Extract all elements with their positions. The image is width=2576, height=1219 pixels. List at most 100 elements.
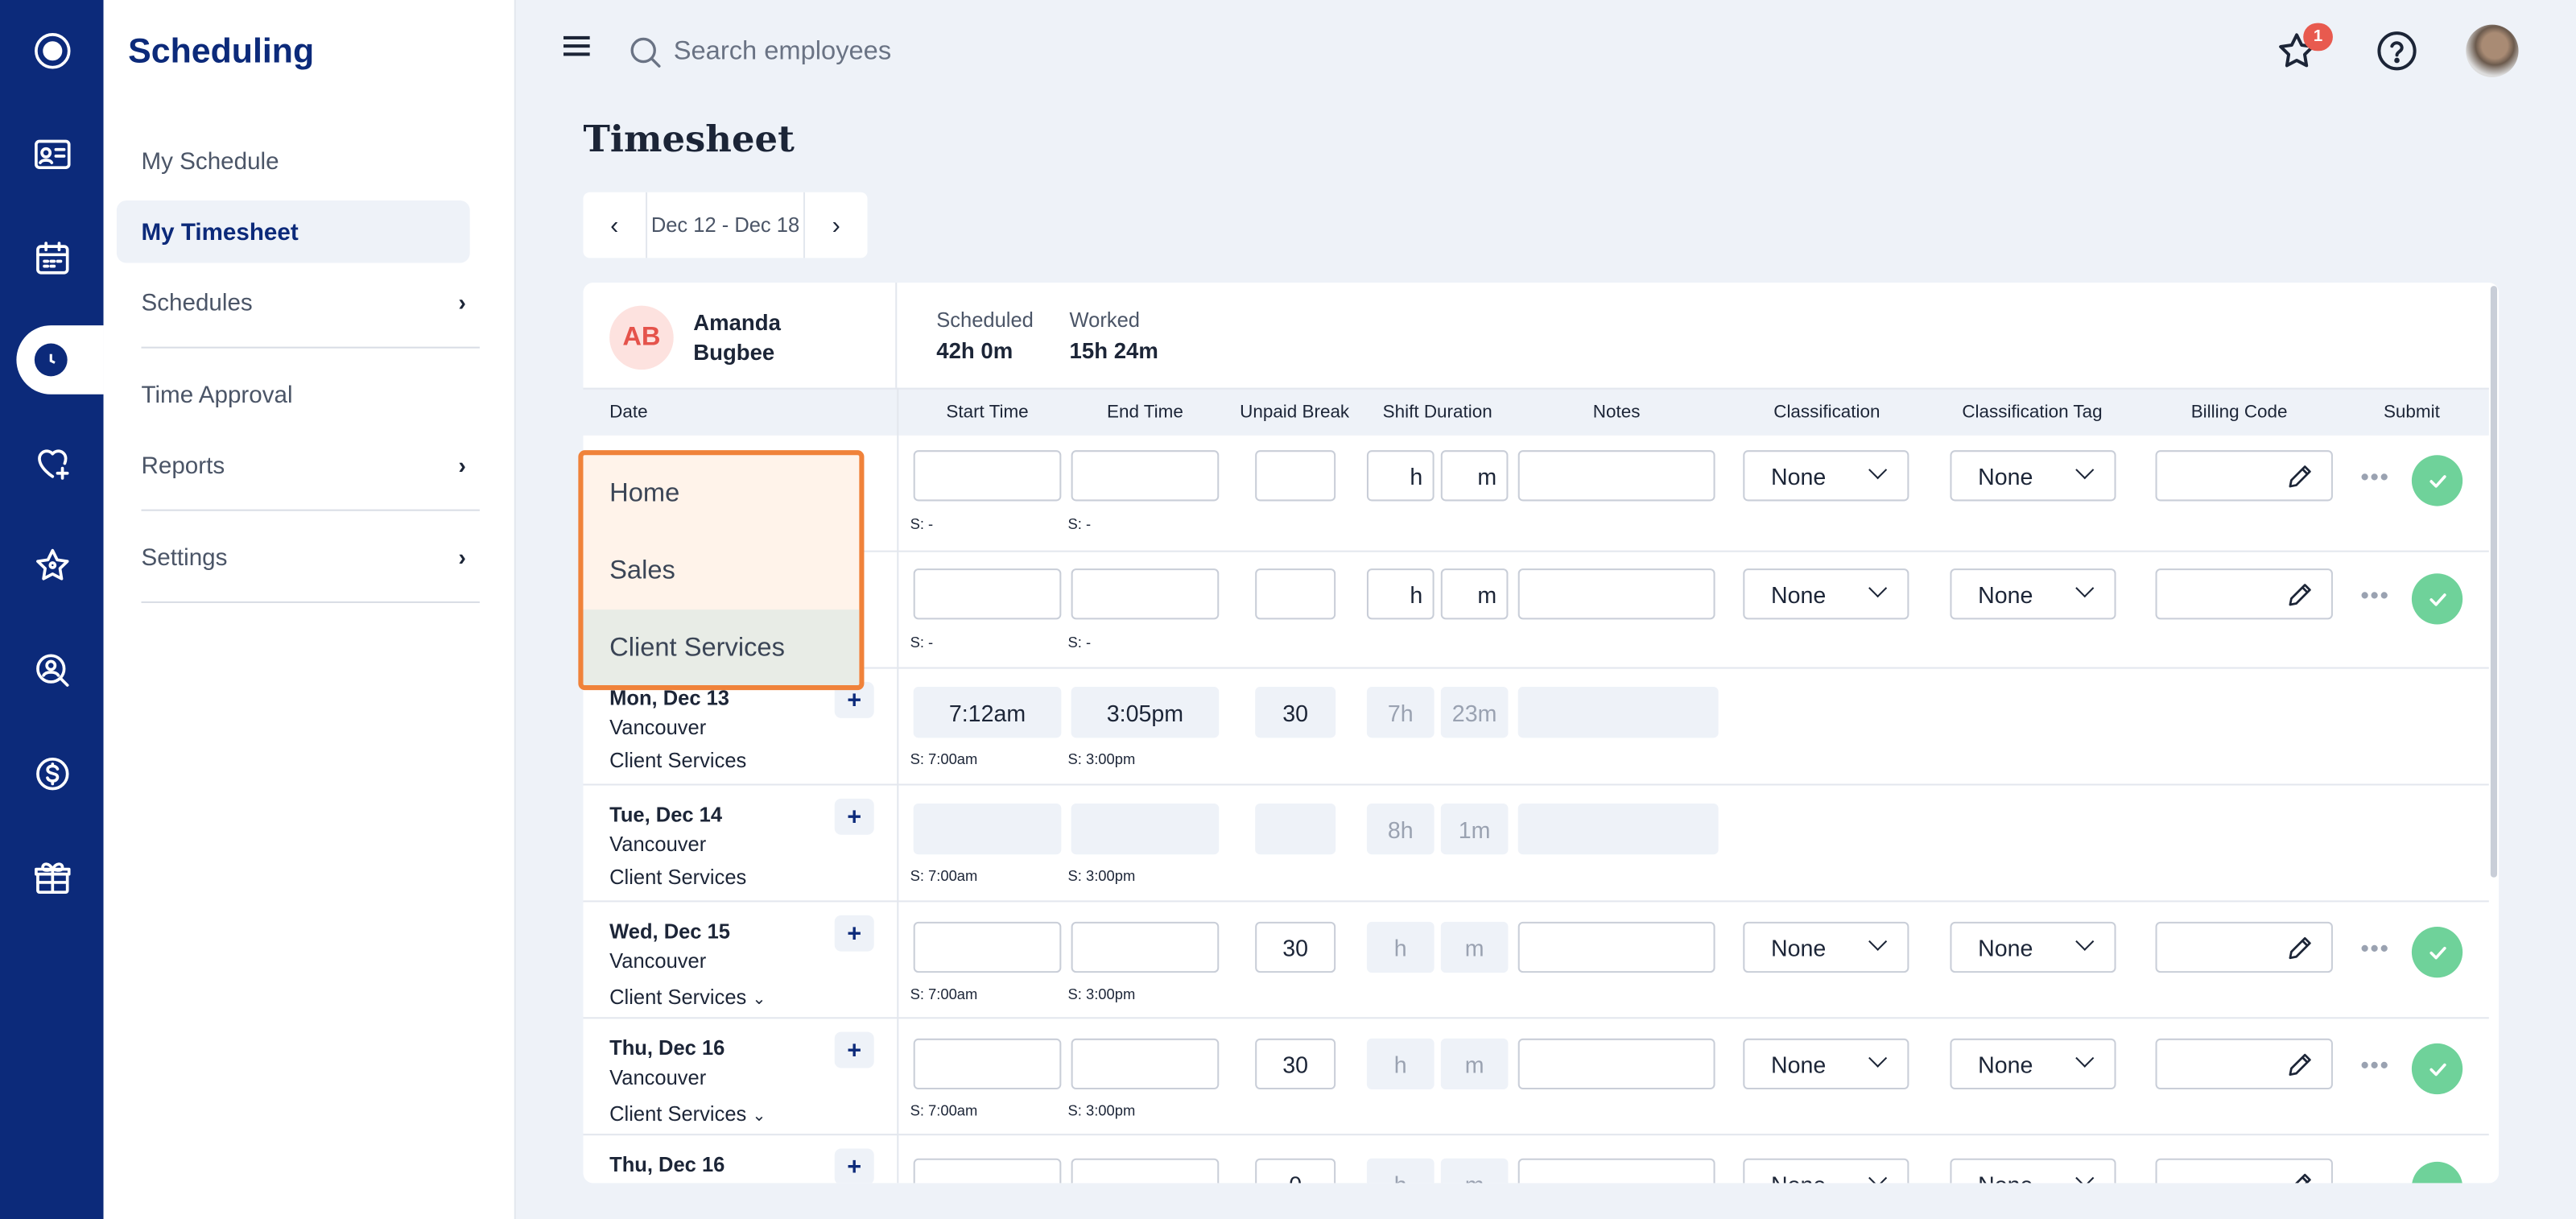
submit-check-button[interactable] <box>2411 573 2463 625</box>
classification-select[interactable]: None <box>1743 1158 1909 1184</box>
duration-minutes-input[interactable]: m <box>1440 450 1509 502</box>
unpaid-break-input[interactable] <box>1255 568 1336 620</box>
notes-input[interactable] <box>1517 1158 1715 1184</box>
menu-icon[interactable] <box>563 35 590 58</box>
billing-code-input[interactable] <box>2155 1158 2333 1184</box>
sidebar: Scheduling My Schedule My Timesheet Sche… <box>103 0 516 1219</box>
more-options-icon[interactable]: ••• <box>2361 464 2390 490</box>
table-header: Date Start Time End Time Unpaid Break Sh… <box>583 387 2489 436</box>
add-shift-button[interactable]: + <box>834 915 874 952</box>
user-avatar[interactable] <box>2466 24 2519 77</box>
add-shift-button[interactable]: + <box>834 1031 874 1068</box>
classification-value: None <box>1770 934 1827 961</box>
billing-code-input[interactable] <box>2155 921 2333 973</box>
dollar-icon[interactable] <box>0 741 104 807</box>
heart-plus-icon[interactable] <box>0 431 104 497</box>
pencil-icon[interactable] <box>2285 1170 2315 1184</box>
row-location: Vancouver <box>609 716 707 740</box>
classification-tag-select[interactable]: None <box>1950 1158 2116 1184</box>
notes-input[interactable] <box>1517 1038 1715 1090</box>
row-classification-toggle[interactable]: Client Services ⌄ <box>609 986 766 1009</box>
scrollbar[interactable] <box>2490 286 2498 878</box>
submit-check-button[interactable] <box>2411 1161 2463 1184</box>
notes-input[interactable] <box>1517 921 1715 973</box>
timesheet-card: AB Amanda Bugbee Scheduled 42h 0m Worked… <box>583 283 2500 1184</box>
sidebar-divider <box>141 346 480 349</box>
submit-check-button[interactable] <box>2411 455 2463 506</box>
unpaid-break-input[interactable]: 0 <box>1255 1158 1336 1184</box>
add-shift-button[interactable]: + <box>834 798 874 835</box>
classification-tag-select[interactable]: None <box>1950 450 2116 502</box>
duration-hours-input[interactable]: h <box>1366 568 1435 620</box>
classification-select[interactable]: None <box>1743 568 1909 620</box>
chevron-down-icon: ⌄ <box>752 1107 766 1126</box>
billing-code-input[interactable] <box>2155 1038 2333 1090</box>
classification-select[interactable]: None <box>1743 1038 1909 1090</box>
start-time-input[interactable] <box>913 921 1062 973</box>
unpaid-break-input[interactable] <box>1255 450 1336 502</box>
id-card-icon[interactable] <box>0 122 104 188</box>
notes-input[interactable] <box>1517 568 1715 620</box>
logo-icon[interactable] <box>0 18 104 84</box>
clock-icon[interactable] <box>34 343 68 377</box>
row-classification-toggle[interactable]: Client Services ⌄ <box>609 1102 766 1126</box>
billing-code-input[interactable] <box>2155 450 2333 502</box>
start-time-input[interactable] <box>913 1158 1062 1184</box>
sidebar-item-time-approval[interactable]: Time Approval <box>142 383 293 410</box>
dropdown-option-home[interactable]: Home <box>583 455 859 532</box>
classification-tag-select[interactable]: None <box>1950 921 2116 973</box>
col-end-time: End Time <box>1107 402 1183 423</box>
duration-hours-input[interactable]: h <box>1366 450 1435 502</box>
chevron-right-icon: › <box>458 452 466 478</box>
row-location: Vancouver <box>609 1066 707 1090</box>
start-time-input[interactable] <box>913 568 1062 620</box>
unpaid-break-input[interactable]: 30 <box>1255 1038 1336 1090</box>
help-icon[interactable] <box>2376 30 2418 72</box>
classification-tag-select[interactable]: None <box>1950 1038 2116 1090</box>
end-time-input[interactable] <box>1071 450 1220 502</box>
dropdown-option-sales[interactable]: Sales <box>583 532 859 610</box>
end-time-input[interactable] <box>1071 1038 1220 1090</box>
more-options-icon[interactable]: ••• <box>2361 1052 2390 1078</box>
pencil-icon[interactable] <box>2285 580 2315 610</box>
classification-select[interactable]: None <box>1743 921 1909 973</box>
sidebar-item-my-timesheet[interactable]: My Timesheet <box>142 220 299 246</box>
notes-input[interactable] <box>1517 450 1715 502</box>
dropdown-option-client-services[interactable]: Client Services <box>583 610 860 686</box>
calendar-icon[interactable] <box>0 225 104 291</box>
pencil-icon[interactable] <box>2285 1050 2315 1080</box>
pencil-icon[interactable] <box>2285 461 2315 491</box>
sidebar-item-schedules[interactable]: Schedules <box>142 291 253 317</box>
duration-minutes-input[interactable]: m <box>1440 568 1509 620</box>
classification-tag-select[interactable]: None <box>1950 568 2116 620</box>
col-classification: Classification <box>1773 402 1880 423</box>
end-time-input[interactable] <box>1071 1158 1220 1184</box>
add-shift-button[interactable]: + <box>834 1148 874 1184</box>
classification-tag-value: None <box>1978 934 2033 961</box>
sidebar-item-settings[interactable]: Settings <box>142 546 228 572</box>
end-time-input[interactable] <box>1071 568 1220 620</box>
unpaid-break-input[interactable]: 30 <box>1255 921 1336 973</box>
pencil-icon[interactable] <box>2285 933 2315 963</box>
submit-check-button[interactable] <box>2411 1043 2463 1095</box>
app-root: Scheduling My Schedule My Timesheet Sche… <box>0 0 2576 1219</box>
classification-select[interactable]: None <box>1743 450 1909 502</box>
next-week-button[interactable]: › <box>805 192 868 258</box>
star-icon[interactable] <box>0 532 104 598</box>
notes-value <box>1517 803 1719 855</box>
start-time-input[interactable] <box>913 450 1062 502</box>
search-person-icon[interactable] <box>0 638 104 704</box>
table-row: Wed, Dec 15 Vancouver Client Services ⌄ … <box>583 902 2489 1019</box>
billing-code-input[interactable] <box>2155 568 2333 620</box>
start-time-input[interactable] <box>913 1038 1062 1090</box>
search-input[interactable] <box>673 29 1166 76</box>
sidebar-item-reports[interactable]: Reports <box>142 453 225 480</box>
prev-week-button[interactable]: ‹ <box>583 192 646 258</box>
end-time-input[interactable] <box>1071 921 1220 973</box>
scheduled-end: S: - <box>1067 515 1092 533</box>
sidebar-item-my-schedule[interactable]: My Schedule <box>142 150 279 176</box>
gift-icon[interactable] <box>0 845 104 911</box>
more-options-icon[interactable]: ••• <box>2361 935 2390 961</box>
submit-check-button[interactable] <box>2411 927 2463 978</box>
more-options-icon[interactable]: ••• <box>2361 581 2390 608</box>
